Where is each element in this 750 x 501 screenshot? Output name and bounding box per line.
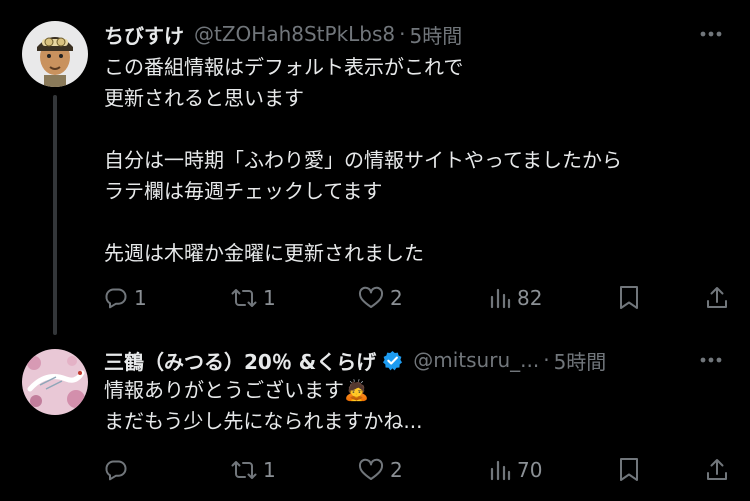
tweet-text: 情報ありがとうございます🙇 まだもう少し先になられますかね...: [104, 378, 423, 433]
view-count: 70: [517, 458, 543, 482]
action-bar: 1 1 2 82: [104, 283, 728, 313]
like-count: 2: [390, 458, 403, 482]
like-button[interactable]: 2: [358, 283, 403, 313]
reply-count: 1: [134, 286, 147, 310]
tweet-text: この番組情報はデフォルト表示がこれで 更新されると思います 自分は一時期「ふわり…: [104, 55, 622, 265]
retweet-icon: [231, 458, 257, 482]
avatar[interactable]: [22, 349, 88, 415]
separator-dot: ·: [543, 348, 550, 372]
views-button[interactable]: 82: [489, 283, 542, 313]
user-handle[interactable]: @mitsuru_...: [413, 348, 539, 372]
like-button[interactable]: 2: [358, 455, 403, 485]
retweet-button[interactable]: 1: [231, 455, 276, 485]
user-handle[interactable]: @tZOHah8StPkLbs8: [194, 22, 395, 46]
share-button[interactable]: [705, 283, 729, 313]
retweet-count: 1: [263, 286, 276, 310]
heart-icon: [358, 286, 384, 310]
thread-line: [53, 95, 57, 335]
reply-bubble-icon: [104, 458, 128, 482]
separator-dot: ·: [399, 22, 406, 46]
like-count: 2: [390, 286, 403, 310]
more-dots-icon[interactable]: [694, 345, 728, 375]
tweet[interactable]: ちびすけ @tZOHah8StPkLbs8 · 5時間 この番組情報はデフォルト…: [0, 0, 750, 335]
tweet[interactable]: 三鶴（みつる）20％ &くらげ @mitsuru_... · 5時間 情報ありが…: [0, 335, 750, 501]
reply-button[interactable]: 1: [104, 283, 147, 313]
heart-icon: [358, 458, 384, 482]
share-upload-icon: [705, 457, 729, 483]
views-button[interactable]: 70: [489, 455, 542, 485]
tweet-header: ちびすけ @tZOHah8StPkLbs8 · 5時間: [104, 19, 728, 49]
view-count: 82: [517, 286, 543, 310]
share-button[interactable]: [705, 455, 729, 485]
views-bar-chart-icon: [489, 458, 511, 482]
views-bar-chart-icon: [489, 286, 511, 310]
retweet-button[interactable]: 1: [231, 283, 276, 313]
bookmark-button[interactable]: [618, 455, 640, 485]
timestamp[interactable]: 5時間: [554, 346, 607, 375]
bookmark-icon: [618, 457, 640, 483]
retweet-icon: [231, 286, 257, 310]
timestamp[interactable]: 5時間: [410, 20, 463, 49]
verified-badge-icon: [382, 350, 403, 371]
display-name[interactable]: ちびすけ: [104, 20, 184, 49]
avatar[interactable]: [22, 21, 88, 87]
display-name[interactable]: 三鶴（みつる）20％ &くらげ: [104, 346, 376, 375]
reply-button[interactable]: [104, 455, 134, 485]
more-dots-icon[interactable]: [694, 19, 728, 49]
reply-bubble-icon: [104, 286, 128, 310]
bookmark-button[interactable]: [618, 283, 640, 313]
action-bar: 1 2 70: [104, 455, 728, 485]
tweet-header: 三鶴（みつる）20％ &くらげ @mitsuru_... · 5時間: [104, 345, 728, 375]
bookmark-icon: [618, 285, 640, 311]
share-upload-icon: [705, 285, 729, 311]
retweet-count: 1: [263, 458, 276, 482]
